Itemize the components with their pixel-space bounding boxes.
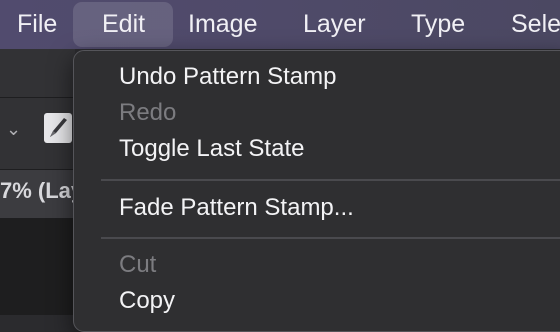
menu-layer[interactable]: Layer (303, 0, 366, 49)
menu-item-label: Redo (119, 99, 177, 126)
menu-file[interactable]: File (17, 0, 57, 49)
document-tab[interactable]: 7% (Lay (0, 178, 83, 204)
menu-image[interactable]: Image (188, 0, 257, 49)
chevron-down-icon[interactable]: ⌄ (6, 119, 21, 140)
canvas-area (0, 219, 75, 315)
menu-select[interactable]: Sele (511, 0, 560, 49)
menu-item-cut: Cut (119, 248, 560, 282)
menu-item-redo: Redo ⇧ (119, 96, 560, 130)
options-bar-divider (0, 97, 75, 98)
menu-item-toggle-last-state[interactable]: Toggle Last State ⌥ (119, 132, 560, 166)
menu-item-label: Copy (119, 287, 176, 314)
menu-divider (101, 179, 560, 181)
menu-item-undo[interactable]: Undo Pattern Stamp (119, 60, 560, 94)
menu-item-label: Fade Pattern Stamp... (119, 194, 354, 221)
menu-type[interactable]: Type (411, 0, 465, 49)
document-tab-bar: 7% (Lay (0, 170, 83, 219)
menu-item-fade-pattern-stamp[interactable]: Fade Pattern Stamp... ⇧ (119, 191, 560, 225)
menu-item-copy[interactable]: Copy (119, 284, 560, 318)
menu-item-label: Cut (119, 251, 157, 278)
menu-edit[interactable]: Edit (73, 2, 174, 47)
menu-bar: File Edit Image Layer Type Sele (0, 0, 560, 49)
menu-item-label: Undo Pattern Stamp (119, 63, 337, 90)
brush-tool-icon[interactable] (44, 113, 72, 143)
menu-item-label: Toggle Last State (119, 135, 305, 162)
menu-divider (101, 237, 560, 239)
edit-menu-dropdown: Undo Pattern Stamp Redo ⇧ Toggle Last St… (73, 50, 560, 332)
options-bar: ⌄ (0, 49, 75, 170)
